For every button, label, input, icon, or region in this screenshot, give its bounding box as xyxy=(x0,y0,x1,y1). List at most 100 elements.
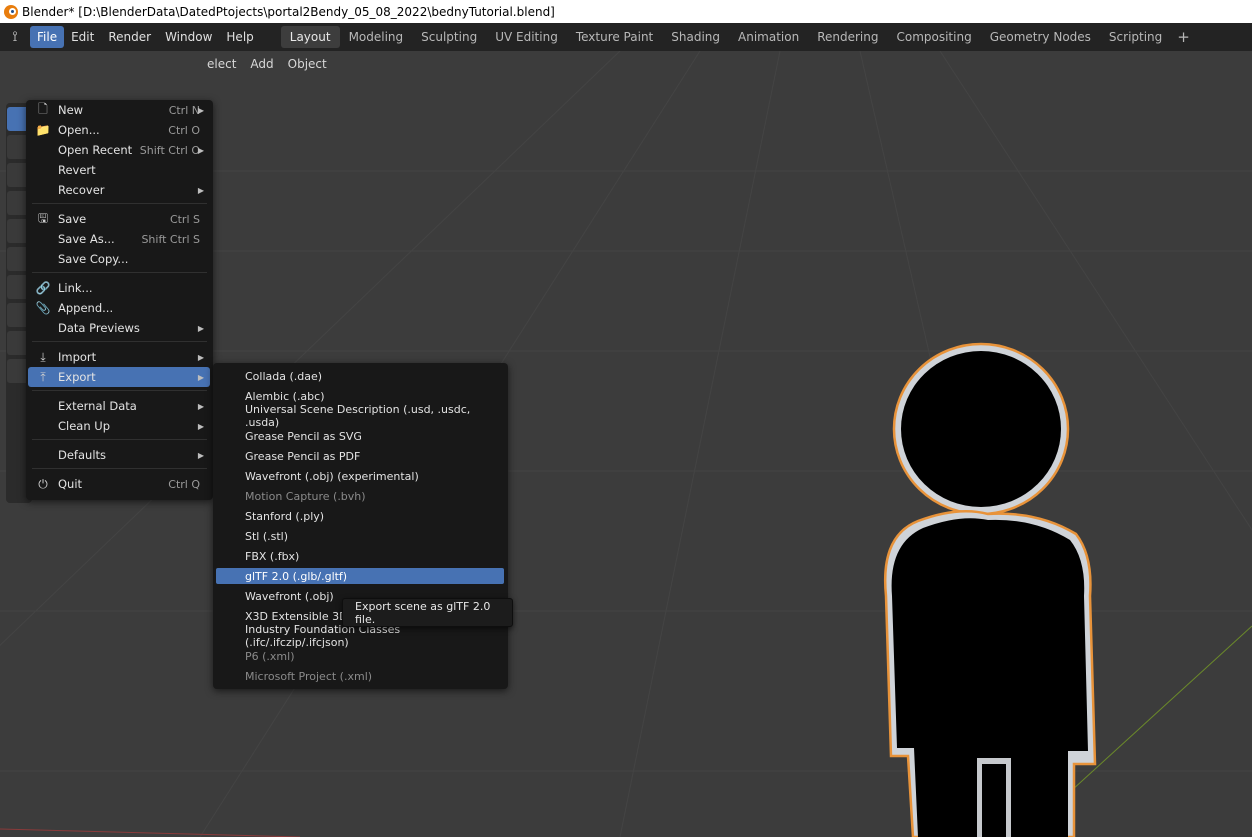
tab-sculpting[interactable]: Sculpting xyxy=(412,26,486,48)
export-item-collada-dae[interactable]: Collada (.dae) xyxy=(216,368,504,384)
file-menu-item-save-as[interactable]: Save As... Shift Ctrl S xyxy=(28,229,210,249)
submenu-arrow-icon: ▶ xyxy=(197,372,204,382)
tab-geometry-nodes[interactable]: Geometry Nodes xyxy=(981,26,1100,48)
menu-separator xyxy=(32,439,207,440)
menu-separator xyxy=(32,468,207,469)
blender-logo-icon xyxy=(4,4,18,19)
menu-help[interactable]: Help xyxy=(219,26,260,48)
menu-item-label: Save As... xyxy=(58,232,115,246)
character-silhouette[interactable] xyxy=(878,296,1108,837)
menu-file[interactable]: File xyxy=(30,26,65,48)
export-item-fbx-fbx[interactable]: FBX (.fbx) xyxy=(216,548,504,564)
menu-item-label: Export xyxy=(58,370,96,384)
menu-item-label: Revert xyxy=(58,163,96,177)
tab-scripting[interactable]: Scripting xyxy=(1100,26,1171,48)
menu-item-shortcut: Ctrl S xyxy=(169,212,200,226)
top-bar: ⟟ File Edit Render Window Help Layout Modelin… xyxy=(0,23,1252,51)
menu-item-label: Clean Up xyxy=(58,419,111,433)
file-menu-item-data-previews[interactable]: Data Previews ▶ xyxy=(28,318,210,338)
menu-item-label: Import xyxy=(58,350,97,364)
menu-item-label: Open Recent xyxy=(58,143,133,157)
menu-item-label: Save xyxy=(58,212,87,226)
menu-item-label: New xyxy=(58,103,84,117)
file-menu-item-append[interactable]: 📎 Append... xyxy=(28,298,210,318)
submenu-arrow-icon: ▶ xyxy=(197,352,204,362)
export-item-gltf-2-0-glb-gltf[interactable]: glTF 2.0 (.glb/.gltf) xyxy=(216,568,504,584)
submenu-arrow-icon: ▶ xyxy=(197,145,204,155)
export-submenu: Collada (.dae) Alembic (.abc) Universal Sc… xyxy=(213,363,508,689)
tab-layout[interactable]: Layout xyxy=(280,26,340,48)
new-file-icon: 🗋 xyxy=(38,101,48,116)
tab-animation[interactable]: Animation xyxy=(729,26,808,48)
export-item-p6-xml: P6 (.xml) xyxy=(245,649,295,663)
menu-item-shortcut: Ctrl Q xyxy=(168,477,200,491)
file-menu-item-new[interactable]: 🗋 New Ctrl N ▶ xyxy=(28,100,210,120)
menu-item-label: Quit xyxy=(58,477,83,491)
file-menu-item-clean-up[interactable]: Clean Up ▶ xyxy=(28,416,210,436)
file-menu-item-revert[interactable]: Revert xyxy=(28,160,210,180)
folder-icon: 📁 xyxy=(35,123,51,137)
export-item-alembic-abc[interactable]: Alembic (.abc) xyxy=(216,388,504,404)
viewport-header: elect Add Object xyxy=(200,53,334,75)
menu-item-shortcut: Ctrl O xyxy=(168,123,200,137)
export-icon: ⤒ xyxy=(40,369,46,384)
menu-edit[interactable]: Edit xyxy=(64,26,101,48)
submenu-arrow-icon: ▶ xyxy=(197,323,204,333)
file-menu-item-link[interactable]: 🔗 Link... xyxy=(28,278,210,298)
file-menu-item-import[interactable]: ⤓ Import ▶ xyxy=(28,347,210,367)
tab-compositing[interactable]: Compositing xyxy=(887,26,980,48)
file-menu-item-external-data[interactable]: External Data ▶ xyxy=(28,396,210,416)
tooltip: Export scene as glTF 2.0 file. xyxy=(342,598,513,627)
export-item-universal-scene-description-usd-usdc-usda[interactable]: Universal Scene Description (.usd, .usdc… xyxy=(216,403,504,429)
menu-item-label: Defaults xyxy=(58,448,107,462)
tab-texture-paint[interactable]: Texture Paint xyxy=(567,26,662,48)
x-axis-line xyxy=(0,828,301,837)
submenu-arrow-icon: ▶ xyxy=(197,105,204,115)
file-menu-item-open[interactable]: 📁 Open... Ctrl O xyxy=(28,120,210,140)
blender-menu-icon[interactable]: ⟟ xyxy=(0,23,30,51)
menu-separator xyxy=(32,203,207,204)
menu-item-label: Recover xyxy=(58,183,105,197)
add-menu[interactable]: Add xyxy=(243,57,280,71)
tab-shading[interactable]: Shading xyxy=(662,26,729,48)
export-item-stanford-ply[interactable]: Stanford (.ply) xyxy=(216,508,504,524)
tab-uv-editing[interactable]: UV Editing xyxy=(486,26,567,48)
export-item-wavefront-obj-experimental[interactable]: Wavefront (.obj) (experimental) xyxy=(216,468,504,484)
menu-item-label: Save Copy... xyxy=(58,252,129,266)
submenu-arrow-icon: ▶ xyxy=(197,401,204,411)
menu-separator xyxy=(32,272,207,273)
export-item-stl-stl[interactable]: Stl (.stl) xyxy=(216,528,504,544)
tab-rendering[interactable]: Rendering xyxy=(808,26,887,48)
menu-window[interactable]: Window xyxy=(158,26,219,48)
menu-render[interactable]: Render xyxy=(101,26,158,48)
file-menu-item-export[interactable]: ⤒ Export ▶ xyxy=(28,367,210,387)
file-menu-item-save[interactable]: 🖫 Save Ctrl S xyxy=(28,209,210,229)
power-icon: ⏻ xyxy=(38,476,48,491)
export-item-industry-foundation-classes-ifc-ifczip-ifcjson[interactable]: Industry Foundation Classes (.ifc/.ifczi… xyxy=(216,623,504,649)
paperclip-icon: 📎 xyxy=(35,301,51,315)
3d-viewport[interactable]: elect Add Object 🗋 New Ctrl N ▶ 📁 Open... Ctrl… xyxy=(0,51,1252,837)
export-item-microsoft-project-xml: Microsoft Project (.xml) xyxy=(245,669,373,683)
tab-modeling[interactable]: Modeling xyxy=(340,26,413,48)
link-icon: 🔗 xyxy=(35,281,51,295)
menu-item-label: Open... xyxy=(58,123,100,137)
file-menu-item-save-copy[interactable]: Save Copy... xyxy=(28,249,210,269)
title-bar: Blender* [D:\BlenderData\DatedPtojects\p… xyxy=(0,0,1252,23)
add-workspace-button[interactable]: + xyxy=(1171,26,1196,48)
select-menu[interactable]: elect xyxy=(200,57,243,71)
menu-item-label: Data Previews xyxy=(58,321,140,335)
submenu-arrow-icon: ▶ xyxy=(197,421,204,431)
export-item-grease-pencil-as-pdf[interactable]: Grease Pencil as PDF xyxy=(216,448,504,464)
file-menu-item-recover[interactable]: Recover ▶ xyxy=(28,180,210,200)
file-menu-item-quit[interactable]: ⏻ Quit Ctrl Q xyxy=(28,474,210,494)
window-title: Blender* [D:\BlenderData\DatedPtojects\p… xyxy=(22,4,555,19)
main-menu: File Edit Render Window Help xyxy=(30,26,261,48)
file-menu-item-open-recent[interactable]: Open Recent Shift Ctrl O ▶ xyxy=(28,140,210,160)
menu-separator xyxy=(32,341,207,342)
submenu-arrow-icon: ▶ xyxy=(197,450,204,460)
export-item-grease-pencil-as-svg[interactable]: Grease Pencil as SVG xyxy=(216,428,504,444)
export-item-motion-capture-bvh: Motion Capture (.bvh) xyxy=(245,489,366,503)
file-menu-item-defaults[interactable]: Defaults ▶ xyxy=(28,445,210,465)
object-menu[interactable]: Object xyxy=(281,57,334,71)
menu-item-label: External Data xyxy=(58,399,137,413)
